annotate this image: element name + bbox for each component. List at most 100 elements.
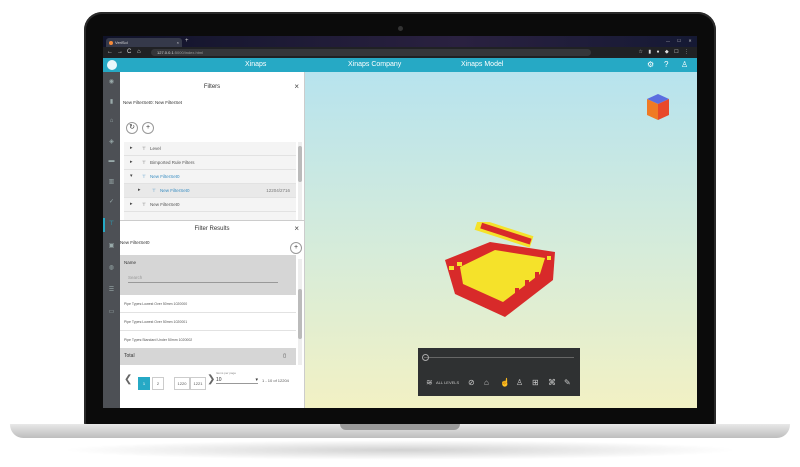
tree-scrollbar-thumb[interactable] (298, 146, 302, 182)
url-host: 127.0.0.1 (157, 50, 174, 55)
help-icon[interactable]: ? (664, 58, 668, 72)
model-viewport[interactable]: ≋ ALL LEVELS ⊘ ⌂ ☝ ♙ ⊞ ⌘ ✎ (305, 72, 697, 408)
back-button[interactable]: ← (107, 48, 113, 57)
browser-tab[interactable]: VeriSol × (106, 38, 182, 47)
sidebar-item-folder-icon[interactable]: ▬ (106, 158, 117, 168)
section-icon[interactable]: ⊞ (532, 378, 539, 387)
forward-button[interactable]: → (117, 48, 123, 57)
app-title: Xinaps (245, 61, 267, 68)
tree-row-filterset-2[interactable]: ▸ ⊤ New FilterSet0 (124, 198, 296, 212)
favicon-icon (109, 40, 113, 45)
measure-icon[interactable]: ✎ (564, 378, 571, 387)
per-page-value: 10 (216, 377, 222, 383)
tree-row-label: New FilterSet0 (150, 202, 180, 207)
per-page-label: Items per page (216, 371, 237, 375)
expand-arrow-icon[interactable]: ▸ (130, 198, 133, 211)
filterset-subtitle: New FilterSet0: New FilterSet (123, 100, 183, 105)
laptop-screen: VeriSol × + — ☐ ✕ ← → C ⌂ 127.0.0.1:5000… (103, 36, 697, 408)
total-label: Total (124, 353, 135, 359)
left-sidebar: ◉ ▮ ⌂ ◈ ▬ ▥ ✓ ⊤ ▣ ◍ ☰ ▭ (103, 72, 120, 408)
laptop-shadow (60, 440, 740, 460)
sidebar-item-documents-icon[interactable]: ▮ (106, 98, 117, 108)
results-scrollbar-thumb[interactable] (298, 289, 302, 339)
view-cube-icon[interactable] (647, 94, 669, 120)
sidebar-item-projects-icon[interactable]: ◉ (106, 78, 117, 88)
hide-icon[interactable]: ⊘ (468, 378, 475, 387)
close-window-button[interactable]: ✕ (685, 38, 695, 44)
new-tab-button[interactable]: + (185, 38, 189, 45)
results-close-icon[interactable]: × (294, 224, 299, 233)
home-view-icon[interactable]: ⌂ (484, 378, 489, 387)
settings-gear-icon[interactable]: ⚙ (647, 58, 654, 72)
table-row[interactable]: Pipe Types:Lowest Over 50mm 1020001 (120, 313, 296, 331)
results-add-button[interactable]: + (290, 242, 302, 254)
tree-row-filterset-selected[interactable]: ▸ ⊤ New FilterSet0 12204/2716 (124, 184, 296, 198)
tree-row-filterset[interactable]: ▾ ⊤ New FilterSet0 (124, 170, 296, 184)
per-page-select[interactable]: 10 ▾ (216, 377, 258, 384)
browser-tab-bar: VeriSol × + — ☐ ✕ (103, 36, 697, 47)
tree-row-count: 12204/2716 (266, 188, 290, 193)
total-row: Total ▯ (120, 348, 296, 365)
results-scrollbar[interactable] (298, 259, 302, 365)
next-page-button[interactable]: ❯ (207, 374, 215, 385)
expand-arrow-icon[interactable]: ▸ (138, 184, 141, 197)
page-1220-button[interactable]: 1220 (174, 377, 190, 390)
filter-icon: ⊤ (142, 174, 146, 179)
prev-page-button[interactable]: ❮ (124, 374, 132, 385)
maximize-window-button[interactable]: ☐ (674, 38, 684, 44)
page-2-button[interactable]: 2 (152, 377, 164, 390)
sidebar-item-chart-icon[interactable]: ▥ (106, 178, 117, 188)
walk-icon[interactable]: ♙ (516, 378, 523, 387)
pan-icon[interactable]: ☝ (500, 378, 510, 387)
sidebar-item-list-icon[interactable]: ☰ (106, 286, 117, 296)
document-icon[interactable]: ▯ (283, 348, 286, 365)
sidebar-item-export-icon[interactable]: ▭ (106, 308, 117, 318)
model-title: Xinaps Model (461, 61, 504, 68)
explode-icon[interactable]: ⌘ (548, 378, 556, 387)
sidebar-item-check-icon[interactable]: ✓ (106, 198, 117, 208)
reload-button[interactable]: C (127, 48, 131, 57)
sidebar-item-filters-icon[interactable]: ⊤ (106, 220, 117, 230)
sidebar-item-info-icon[interactable]: ◍ (106, 264, 117, 274)
filters-close-icon[interactable]: × (294, 82, 299, 91)
expand-arrow-icon[interactable]: ▸ (130, 142, 133, 155)
address-bar[interactable]: 127.0.0.1:5000/index.html (151, 49, 591, 56)
url-path: :5000/index.html (173, 50, 204, 55)
filter-icon: ⊤ (142, 202, 146, 207)
tree-scrollbar[interactable] (298, 142, 302, 220)
page-1221-button[interactable]: 1221 (190, 377, 206, 390)
filters-title: Filters (203, 84, 221, 90)
filter-icon: ⊤ (142, 146, 146, 151)
add-filter-button[interactable]: + (142, 122, 154, 134)
user-icon[interactable]: ♙ (681, 58, 688, 72)
building-model[interactable] (435, 222, 560, 322)
column-header-name[interactable]: Name (124, 260, 136, 265)
tree-row-level[interactable]: ▸ ⊤ Level (124, 142, 296, 156)
sidebar-item-home-icon[interactable]: ⌂ (106, 118, 117, 128)
sidebar-item-layers-icon[interactable]: ▣ (106, 242, 117, 252)
webcam (398, 26, 403, 31)
results-search-input[interactable]: Search (128, 275, 278, 283)
extension-icons[interactable]: ☆ ▮ ● ◆ ☐ ⋮ (638, 48, 691, 57)
level-slider-track[interactable] (424, 357, 574, 358)
filter-tree: ▸ ⊤ Level ▸ ⊤ Bimported Rule Filters ▾ ⊤… (124, 142, 296, 220)
expand-arrow-icon[interactable]: ▾ (130, 170, 133, 183)
all-levels-button[interactable]: ALL LEVELS (436, 380, 459, 385)
refresh-button[interactable]: ↻ (126, 122, 138, 134)
filters-panel: Filters × New FilterSet0: New FilterSet … (120, 72, 305, 220)
table-row[interactable]: Pipe Types:Standard Under 50mm 1020002 (120, 331, 296, 349)
page-1-button[interactable]: 1 (138, 377, 150, 390)
tab-close-icon[interactable]: × (177, 38, 179, 47)
home-button[interactable]: ⌂ (137, 48, 141, 57)
tree-row-label: New FilterSet0 (150, 174, 180, 179)
minimize-window-button[interactable]: — (663, 38, 673, 44)
viewer-toolbar: ≋ ALL LEVELS ⊘ ⌂ ☝ ♙ ⊞ ⌘ ✎ (418, 348, 580, 396)
expand-arrow-icon[interactable]: ▸ (130, 156, 133, 169)
tree-row-imported[interactable]: ▸ ⊤ Bimported Rule Filters (124, 156, 296, 170)
sidebar-item-models-icon[interactable]: ◈ (106, 138, 117, 148)
table-row[interactable]: Pipe Types:Lowest Over 50mm 1020000 (120, 295, 296, 313)
layers-icon[interactable]: ≋ (426, 378, 433, 387)
xinaps-logo-icon[interactable] (107, 60, 117, 70)
tree-row-label: Level (150, 146, 161, 151)
level-slider-handle[interactable] (422, 354, 429, 361)
